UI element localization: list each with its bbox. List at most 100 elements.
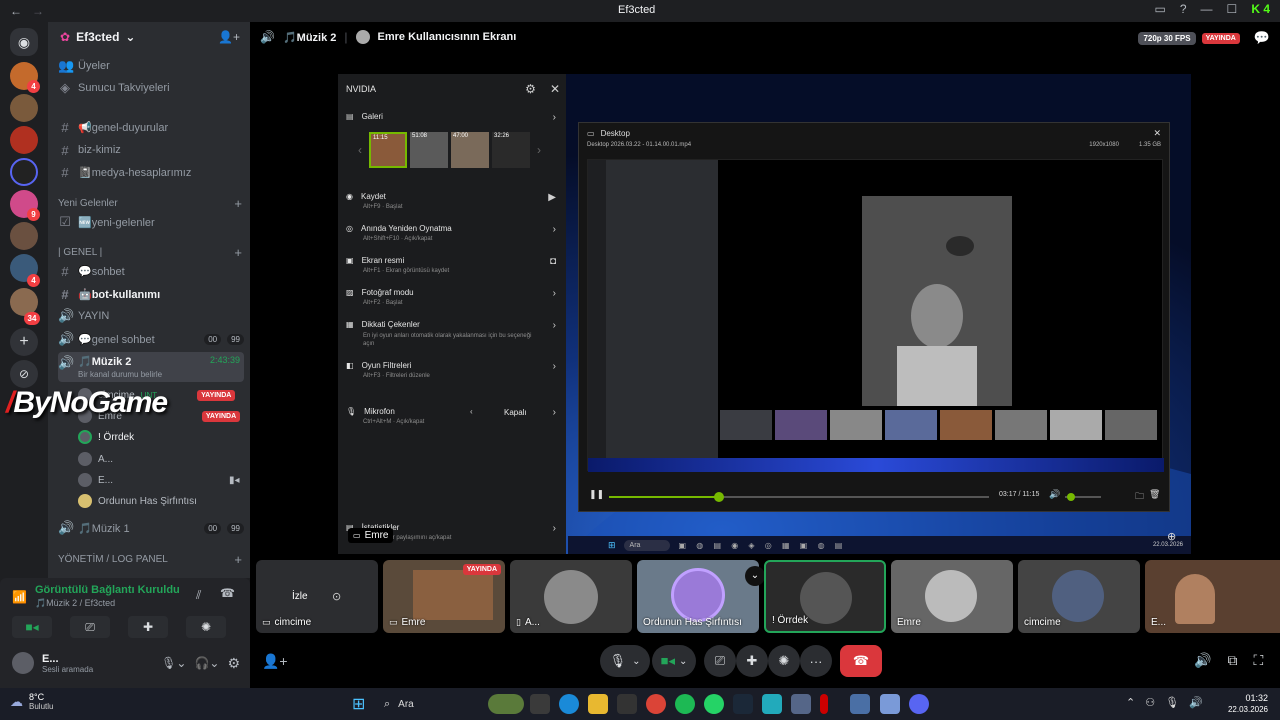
- voice-user[interactable]: Ordunun Has Şirfıntısı: [78, 492, 197, 510]
- leave-call-button[interactable]: ☎: [840, 645, 882, 677]
- edge-icon[interactable]: [559, 694, 579, 714]
- add-channel-icon[interactable]: +: [234, 196, 242, 211]
- watch-button[interactable]: İzle: [292, 591, 308, 602]
- add-server-icon[interactable]: +: [10, 328, 38, 356]
- zoom-icon[interactable]: ⊕: [1167, 530, 1176, 543]
- gallery-thumb[interactable]: 32:26: [492, 132, 530, 168]
- disconnect-icon[interactable]: ☎: [220, 586, 235, 600]
- app-icon[interactable]: [791, 694, 811, 714]
- server-icon[interactable]: [10, 222, 38, 250]
- boosts-item[interactable]: ◈ Sunucu Takviyeleri: [58, 78, 244, 98]
- app-icon[interactable]: [820, 694, 828, 714]
- participant-tile[interactable]: E...: [1145, 560, 1280, 633]
- windows-start-icon[interactable]: ⊞: [352, 694, 365, 714]
- soundboard-button[interactable]: ✺: [186, 616, 226, 638]
- microphone-button[interactable]: 🎙 ⌄: [600, 645, 650, 677]
- app-icon[interactable]: [850, 694, 870, 714]
- nvidia-record[interactable]: ◉ Kaydet Alt+F9 · Başlat ▶: [346, 192, 560, 210]
- members-item[interactable]: 👥 Üyeler: [58, 56, 244, 76]
- volume-icon[interactable]: 🔊: [1189, 696, 1203, 709]
- noise-suppression-icon[interactable]: ⫽: [196, 588, 201, 603]
- spotify-icon[interactable]: [675, 694, 695, 714]
- participant-tile[interactable]: İzle ⊙ ▭ cimcime: [256, 560, 378, 633]
- participant-tile[interactable]: cimcime: [1018, 560, 1140, 633]
- trash-icon[interactable]: 🗑: [1149, 489, 1160, 500]
- forward-button[interactable]: →: [32, 4, 54, 18]
- volume-icon[interactable]: 🔊: [1194, 652, 1211, 669]
- participant-tile[interactable]: YAYINDA ▭ Emre: [383, 560, 505, 633]
- nvidia-microphone[interactable]: 🎙 Mikrofon Ctrl+Alt+M · Açık/kapat ‹ Kapalı ›: [346, 407, 560, 425]
- connection-status[interactable]: 📶 Görüntülü Bağlantı Kuruldu 🎵Müzik 2 / …: [12, 584, 180, 609]
- task-view-icon[interactable]: [530, 694, 550, 714]
- whatsapp-icon[interactable]: [704, 694, 724, 714]
- add-channel-icon[interactable]: +: [234, 245, 242, 260]
- chevron-left-icon[interactable]: ‹: [470, 407, 473, 416]
- channel-bot-kullanimi[interactable]: # 🤖bot-kullanımı: [58, 284, 244, 304]
- activity-icon[interactable]: 👤+: [262, 653, 288, 670]
- avatar[interactable]: [12, 652, 34, 674]
- nvidia-instant-replay[interactable]: ◎ Anında Yeniden Oynatma Alt+Shift+F10 · A…: [346, 224, 560, 242]
- pause-icon[interactable]: ❚❚: [589, 489, 604, 500]
- taskbar-search[interactable]: ⌕ Ara: [378, 693, 478, 715]
- maximize-button[interactable]: ☐: [1227, 2, 1238, 16]
- server-header[interactable]: ✿ Ef3cted ⌄: [60, 30, 135, 44]
- server-icon[interactable]: [10, 158, 38, 186]
- weather-widget[interactable]: ☁ 8°C Bulutlu: [10, 692, 53, 711]
- channel-genel-sohbet[interactable]: 🔊 💬genel sohbet 00 99: [58, 329, 244, 349]
- widget-burger-icon[interactable]: [488, 694, 524, 714]
- microphone-icon[interactable]: 🎙: [1165, 696, 1179, 709]
- headphones-icon[interactable]: 🎧⌄: [194, 656, 219, 670]
- soundboard-button[interactable]: ✺: [768, 645, 800, 677]
- file-explorer-icon[interactable]: [588, 694, 608, 714]
- gear-icon[interactable]: ⚙: [525, 82, 536, 96]
- chat-icon[interactable]: 💬: [1254, 30, 1270, 46]
- fullscreen-icon[interactable]: ⛶: [1253, 652, 1263, 669]
- activities-button[interactable]: ✚: [736, 645, 768, 677]
- microphone-icon[interactable]: 🎙⌄: [161, 656, 186, 670]
- gallery-thumb[interactable]: 11:15: [369, 132, 407, 168]
- participant-tile[interactable]: ! Örrdek: [764, 560, 886, 633]
- nvidia-highlights[interactable]: ▦ Dikkati Çekenler En iyi oyun anları otom…: [346, 320, 560, 348]
- chrome-icon[interactable]: [646, 694, 666, 714]
- participant-tile[interactable]: ▯ A...: [510, 560, 632, 633]
- nvidia-screenshot[interactable]: ▣ Ekran resmi Alt+F1 · Ekran görüntüsü kay…: [346, 256, 560, 274]
- gear-icon[interactable]: ⚙: [227, 655, 240, 672]
- camera-button[interactable]: ■◂: [12, 616, 52, 638]
- close-icon[interactable]: ✕: [550, 82, 560, 96]
- network-icon[interactable]: ⚇: [1145, 696, 1155, 709]
- more-button[interactable]: ···: [800, 645, 832, 677]
- invite-icon[interactable]: 👤+: [218, 30, 240, 44]
- category-yeni-gelenler[interactable]: Yeni Gelenler: [58, 198, 118, 209]
- stage-channel[interactable]: 🎵Müzik 2: [283, 31, 336, 44]
- nvidia-gallery[interactable]: ▤ Galeri ›: [346, 112, 560, 123]
- nvidia-game-filters[interactable]: ◧ Oyun Filtreleri Alt+F3 · Filtreleri düze…: [346, 361, 560, 379]
- channel-status[interactable]: Bir kanal durumu belirle: [78, 370, 204, 379]
- gallery-thumb[interactable]: 51:08: [410, 132, 448, 168]
- close-icon[interactable]: ✕: [1153, 128, 1161, 139]
- app-icon[interactable]: [762, 694, 782, 714]
- activities-button[interactable]: ✚: [128, 616, 168, 638]
- channel-yeni-gelenler[interactable]: ☑ 🆕yeni-gelenler: [58, 212, 244, 232]
- chevron-left-icon[interactable]: ‹: [358, 143, 362, 157]
- channel-biz-kimiz[interactable]: # biz-kimiz: [58, 140, 244, 160]
- chevron-right-icon[interactable]: ›: [537, 143, 541, 157]
- server-icon[interactable]: [10, 126, 38, 154]
- camera-button[interactable]: ■◂ ⌄: [652, 645, 696, 677]
- channel-muzik-2[interactable]: 🔊 🎵Müzik 2 Bir kanal durumu belirle 2:43…: [58, 352, 244, 382]
- folder-icon[interactable]: 🗀: [1135, 489, 1144, 505]
- minimize-button[interactable]: —: [1201, 2, 1213, 16]
- chevron-up-icon[interactable]: ⌃: [1126, 696, 1135, 709]
- help-icon[interactable]: ?: [1180, 2, 1187, 16]
- chevron-down-icon[interactable]: ⌄: [745, 566, 765, 586]
- gallery-thumb[interactable]: 47:00: [451, 132, 489, 168]
- app-icon[interactable]: [880, 694, 900, 714]
- clock[interactable]: 01:32 22.03.2026: [1228, 693, 1268, 714]
- discover-icon[interactable]: ⊘: [10, 360, 38, 388]
- popout-icon[interactable]: ⊙: [332, 590, 341, 603]
- voice-user[interactable]: A...: [78, 450, 113, 468]
- voice-user[interactable]: ! Örrdek: [78, 428, 134, 446]
- volume-handle[interactable]: [1067, 493, 1075, 501]
- channel-sohbet[interactable]: # 💬sohbet: [58, 261, 244, 281]
- inbox-icon[interactable]: ▭: [1155, 2, 1166, 16]
- channel-medya[interactable]: # 📓medya-hesaplarımız: [58, 162, 244, 182]
